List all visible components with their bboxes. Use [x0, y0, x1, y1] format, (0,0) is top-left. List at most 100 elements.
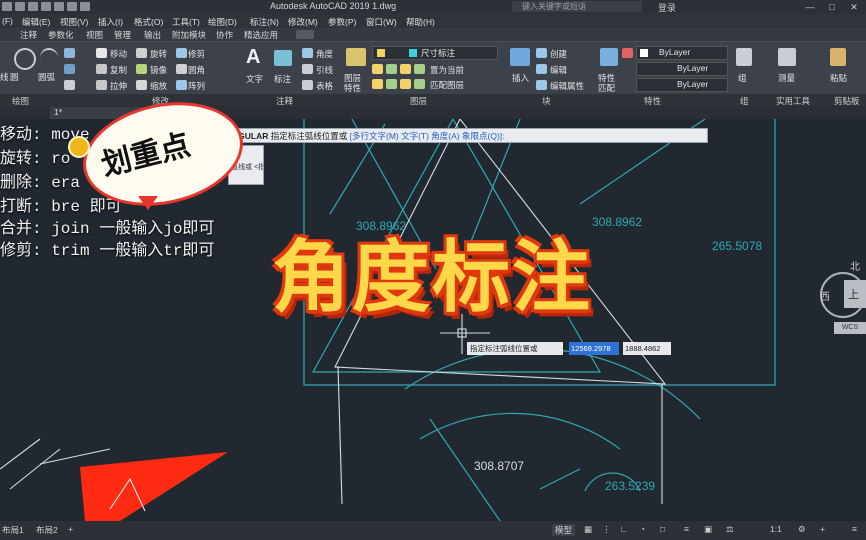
table-button[interactable]: 表格: [316, 80, 333, 92]
menu-modify[interactable]: 修改(M): [288, 16, 318, 28]
scale-button[interactable]: 缩放: [150, 80, 167, 92]
paste-button[interactable]: 粘贴: [830, 72, 847, 84]
layer-icon-h[interactable]: [414, 79, 425, 89]
menu-format[interactable]: 格式(O): [134, 16, 163, 28]
layer-icon-g[interactable]: [400, 79, 411, 89]
array-icon[interactable]: [176, 80, 187, 90]
undo-icon[interactable]: [67, 2, 77, 11]
scale-icon[interactable]: [136, 80, 147, 90]
table-icon[interactable]: [302, 80, 313, 90]
wcs-button[interactable]: WCS: [834, 322, 866, 334]
plot-icon[interactable]: [54, 2, 64, 11]
menu-tools[interactable]: 工具(T): [172, 16, 200, 28]
rectangle-icon[interactable]: [64, 48, 75, 58]
dimension-button[interactable]: 标注: [274, 73, 291, 85]
add-icon[interactable]: +: [820, 524, 825, 534]
ribbon-toggle-icon[interactable]: [296, 30, 314, 39]
color-wheel-icon[interactable]: [622, 48, 633, 58]
command-options[interactable]: [多行文字(M) 文字(T) 角度(A) 象限点(Q)]:: [350, 131, 505, 141]
line-label[interactable]: 线: [0, 71, 9, 83]
set-current-button[interactable]: 置为当前: [430, 64, 464, 76]
model-space-button[interactable]: 模型: [552, 524, 576, 536]
paste-icon[interactable]: [830, 48, 846, 66]
fillet-button[interactable]: 圆角: [188, 64, 205, 76]
menu-help[interactable]: 帮助(H): [406, 16, 435, 28]
maximize-icon[interactable]: □: [822, 0, 842, 14]
insert-block-button[interactable]: 插入: [512, 72, 529, 84]
linetype-dropdown[interactable]: ByLayer: [636, 62, 728, 76]
insert-block-icon[interactable]: [510, 48, 530, 66]
redo-icon[interactable]: [80, 2, 90, 11]
menu-parametric[interactable]: 参数(P): [328, 16, 356, 28]
text-button[interactable]: 文字: [246, 73, 263, 85]
dynamic-input-y[interactable]: 1888.4862: [623, 342, 671, 355]
copy-icon[interactable]: [96, 64, 107, 74]
open-file-icon[interactable]: [15, 2, 25, 11]
close-icon[interactable]: ✕: [844, 0, 864, 14]
move-button[interactable]: 移动: [110, 48, 127, 60]
osnap-icon[interactable]: □: [660, 524, 665, 534]
edit-attributes-icon[interactable]: [536, 80, 547, 90]
customize-icon[interactable]: ≡: [852, 524, 857, 534]
grid-icon[interactable]: ▦: [584, 524, 592, 535]
trim-button[interactable]: 修剪: [188, 48, 205, 60]
color-dropdown[interactable]: ByLayer: [636, 46, 728, 60]
save-icon[interactable]: [28, 2, 38, 11]
dynamic-input-x[interactable]: 12569.2978: [569, 342, 619, 355]
viewcube[interactable]: 北 西 上 WCS: [820, 258, 866, 338]
angular-button[interactable]: 角度: [316, 48, 333, 60]
circle-label[interactable]: 圆: [10, 71, 19, 83]
search-input[interactable]: 键入关键字或短语: [512, 1, 642, 12]
mirror-button[interactable]: 镜像: [150, 64, 167, 76]
circle-icon[interactable]: [14, 48, 36, 70]
angular-icon[interactable]: [302, 48, 313, 58]
leader-icon[interactable]: [302, 64, 313, 74]
leader-button[interactable]: 引线: [316, 64, 333, 76]
match-properties-button[interactable]: 匹配: [598, 82, 615, 94]
stretch-button[interactable]: 拉伸: [110, 80, 127, 92]
annotation-scale-value[interactable]: 1:1: [770, 524, 782, 534]
menu-file[interactable]: (F): [2, 16, 13, 26]
polar-icon[interactable]: ◔: [640, 524, 645, 534]
quick-access-toolbar[interactable]: [2, 2, 90, 11]
minimize-icon[interactable]: —: [800, 0, 820, 14]
viewcube-face[interactable]: 上: [844, 280, 866, 308]
ortho-icon[interactable]: ∟: [620, 524, 628, 534]
viewcube-west[interactable]: 西: [820, 288, 830, 303]
arc-icon[interactable]: [40, 48, 58, 68]
stretch-icon[interactable]: [96, 80, 107, 90]
array-button[interactable]: 阵列: [188, 80, 205, 92]
tab-annotate[interactable]: 注释: [20, 29, 37, 41]
layer-dropdown[interactable]: 尺寸标注: [372, 46, 498, 60]
measure-button[interactable]: 测量: [778, 72, 795, 84]
menu-draw[interactable]: 绘图(D): [208, 16, 237, 28]
edit-block-button[interactable]: 编辑: [550, 64, 567, 76]
boundary-icon[interactable]: [64, 80, 75, 90]
arc-label[interactable]: 圆弧: [38, 71, 55, 83]
add-layout-icon[interactable]: +: [68, 524, 73, 534]
create-block-button[interactable]: 创建: [550, 48, 567, 60]
annotation-scale-icon[interactable]: ⚖: [726, 524, 734, 535]
group-button[interactable]: 组: [738, 72, 747, 84]
copy-button[interactable]: 复制: [110, 64, 127, 76]
tab-collaborate[interactable]: 协作: [216, 29, 233, 41]
workspace-gear-icon[interactable]: ⚙: [798, 524, 806, 535]
mirror-icon[interactable]: [136, 64, 147, 74]
rotate-icon[interactable]: [136, 48, 147, 58]
properties-icon[interactable]: [600, 48, 618, 66]
rotate-button[interactable]: 旋转: [150, 48, 167, 60]
layout-tab-2[interactable]: 布局2: [36, 524, 58, 536]
move-icon[interactable]: [96, 48, 107, 58]
trim-icon[interactable]: [176, 48, 187, 58]
menu-edit[interactable]: 编辑(E): [22, 16, 50, 28]
transparency-icon[interactable]: ▣: [704, 524, 712, 535]
tab-manage[interactable]: 管理: [114, 29, 131, 41]
layer-icon-d[interactable]: [414, 64, 425, 74]
layer-icon-e[interactable]: [372, 79, 383, 89]
command-line[interactable]: NGULAR 指定标注弧线位置或 [多行文字(M) 文字(T) 角度(A) 象限…: [228, 128, 708, 143]
fillet-icon[interactable]: [176, 64, 187, 74]
tab-featured-apps[interactable]: 精选应用: [244, 29, 278, 41]
text-icon[interactable]: A: [246, 46, 260, 69]
tab-output[interactable]: 输出: [144, 29, 161, 41]
snap-icon[interactable]: ⋮: [602, 524, 611, 535]
